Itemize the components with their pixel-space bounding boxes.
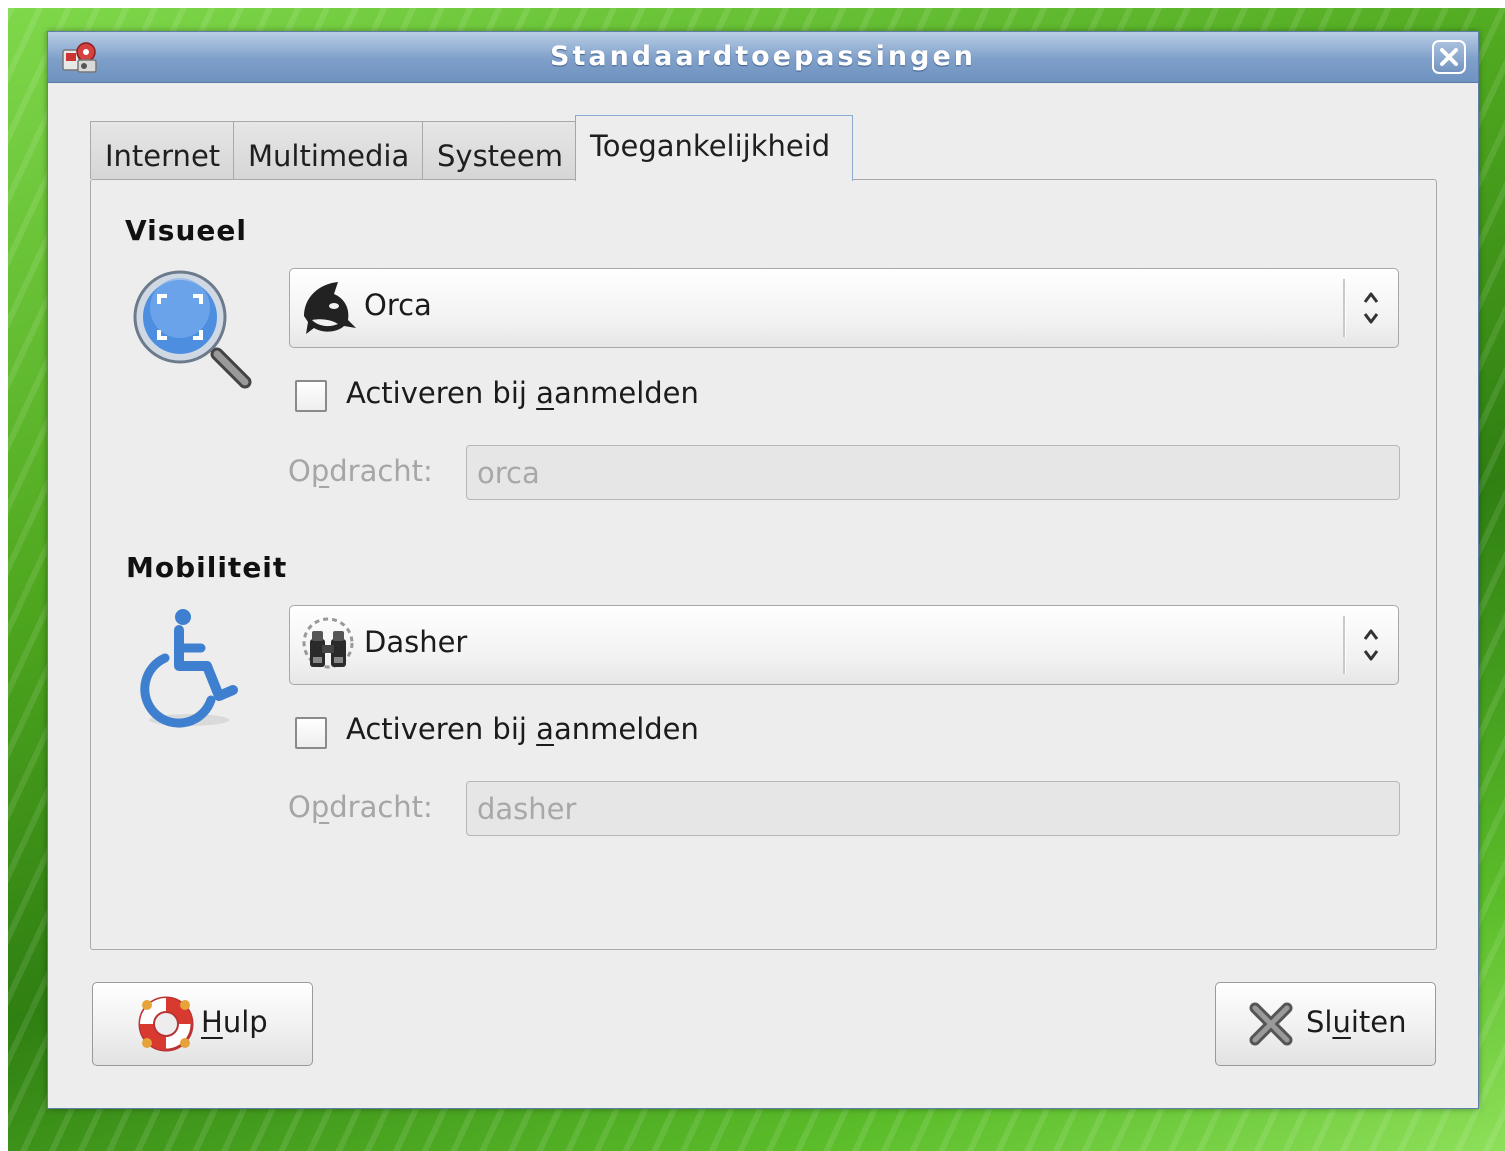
- combobox-separator: [1343, 616, 1346, 674]
- visual-autostart-checkbox[interactable]: [295, 380, 327, 412]
- visual-app-selected: Orca: [364, 288, 432, 322]
- mobility-autostart-label[interactable]: Activeren bij aanmelden: [346, 712, 699, 746]
- tab-multimedia[interactable]: Multimedia: [233, 121, 423, 179]
- window-close-button[interactable]: [1432, 40, 1466, 74]
- close-button[interactable]: Sluiten: [1215, 982, 1436, 1066]
- mobility-command-label: Opdracht:: [288, 790, 433, 824]
- tab-accessibility[interactable]: Toegankelijkheid: [575, 115, 853, 181]
- close-x-icon: [1249, 1002, 1293, 1046]
- lifebuoy-icon: [138, 996, 194, 1052]
- window-title: Standaardtoepassingen: [550, 41, 976, 72]
- wheelchair-icon: [140, 609, 238, 728]
- visual-autostart-label[interactable]: Activeren bij aanmelden: [346, 376, 699, 410]
- help-button[interactable]: Hulp: [92, 982, 313, 1066]
- mobility-app-selected: Dasher: [364, 625, 468, 659]
- help-button-label: Hulp: [201, 1005, 268, 1039]
- section-title-mobility: Mobiliteit: [126, 551, 288, 584]
- combobox-separator: [1343, 279, 1346, 337]
- dasher-binoculars-icon: [302, 617, 354, 669]
- dialog-window: Standaardtoepassingen Internet Multimedi…: [47, 31, 1479, 1109]
- section-title-visual: Visueel: [125, 214, 247, 247]
- updown-arrows-icon: [1363, 629, 1379, 661]
- mobility-app-combobox[interactable]: Dasher: [289, 605, 1399, 685]
- orca-whale-icon: [304, 282, 356, 334]
- updown-arrows-icon: [1363, 292, 1379, 324]
- tab-system[interactable]: Systeem: [422, 121, 576, 179]
- title-bar[interactable]: Standaardtoepassingen: [48, 32, 1478, 83]
- tab-internet[interactable]: Internet: [90, 121, 234, 179]
- mobility-command-input[interactable]: dasher: [466, 781, 1400, 836]
- close-icon: [1440, 48, 1458, 66]
- accessibility-panel: Visueel Orca Activeren bij aanmelden Opd…: [90, 179, 1437, 950]
- visual-command-label: Opdracht:: [288, 454, 433, 488]
- magnifier-icon: [133, 270, 252, 389]
- close-button-label: Sluiten: [1306, 1005, 1407, 1039]
- visual-command-input[interactable]: orca: [466, 445, 1400, 500]
- mobility-autostart-checkbox[interactable]: [295, 717, 327, 749]
- visual-app-combobox[interactable]: Orca: [289, 268, 1399, 348]
